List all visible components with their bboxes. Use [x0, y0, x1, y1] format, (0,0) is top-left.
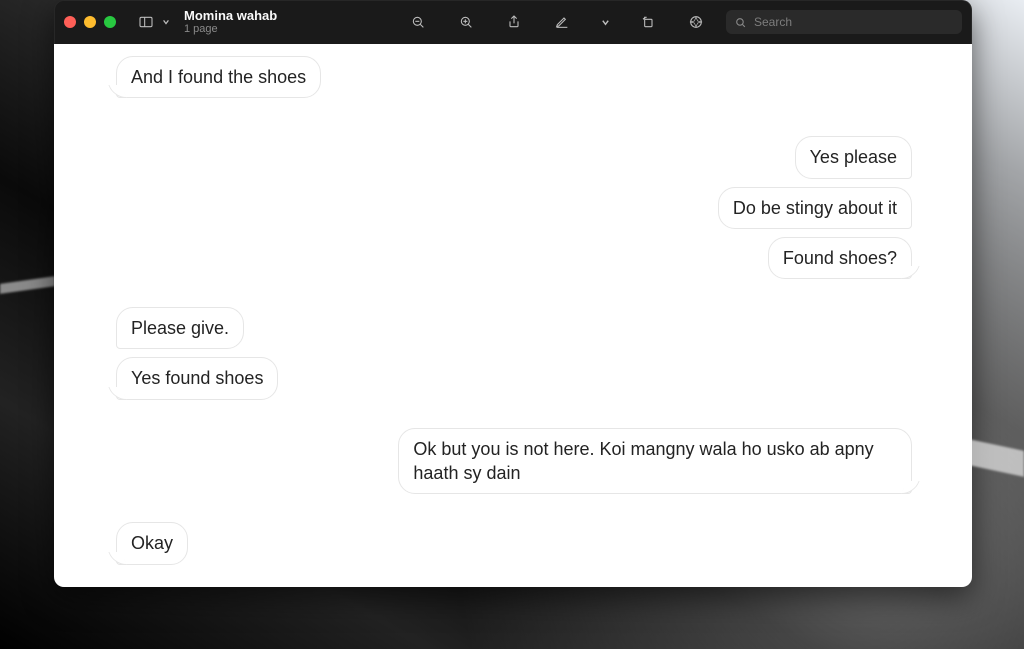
markup-button[interactable]	[546, 8, 578, 36]
info-button[interactable]	[680, 8, 712, 36]
fullscreen-window-button[interactable]	[104, 16, 116, 28]
document-title-block: Momina wahab 1 page	[184, 9, 277, 35]
document-subtitle: 1 page	[184, 23, 277, 35]
message-bubble-outgoing: Do be stingy about it	[718, 187, 912, 229]
message-bubble-outgoing: Ok but you is not here. Koi mangny wala …	[398, 428, 912, 495]
message-bubble-outgoing: Yes please	[795, 136, 912, 178]
minimize-window-button[interactable]	[84, 16, 96, 28]
zoom-out-button[interactable]	[402, 8, 434, 36]
message-bubble-incoming: Okay	[116, 522, 188, 564]
preview-window: Momina wahab 1 page	[54, 0, 972, 587]
markup-menu-chevron-icon[interactable]	[594, 8, 616, 36]
message-bubble-incoming: And I found the shoes	[116, 56, 321, 98]
rotate-button[interactable]	[632, 8, 664, 36]
window-toolbar: Momina wahab 1 page	[54, 0, 972, 44]
sidebar-menu-chevron-icon[interactable]	[162, 18, 170, 26]
zoom-in-button[interactable]	[450, 8, 482, 36]
message-bubble-incoming: Please give.	[116, 307, 244, 349]
share-button[interactable]	[498, 8, 530, 36]
document-viewport[interactable]: And I found the shoes Yes please Do be s…	[54, 44, 972, 587]
toolbar-actions	[402, 8, 712, 36]
search-field[interactable]	[726, 10, 962, 34]
sidebar-toggle-button[interactable]	[130, 8, 162, 36]
search-input[interactable]	[752, 14, 954, 30]
message-bubble-outgoing: Found shoes?	[768, 237, 912, 279]
search-icon	[734, 16, 747, 29]
close-window-button[interactable]	[64, 16, 76, 28]
document-title: Momina wahab	[184, 9, 277, 23]
message-bubble-incoming: Yes found shoes	[116, 357, 278, 399]
traffic-lights	[64, 16, 116, 28]
